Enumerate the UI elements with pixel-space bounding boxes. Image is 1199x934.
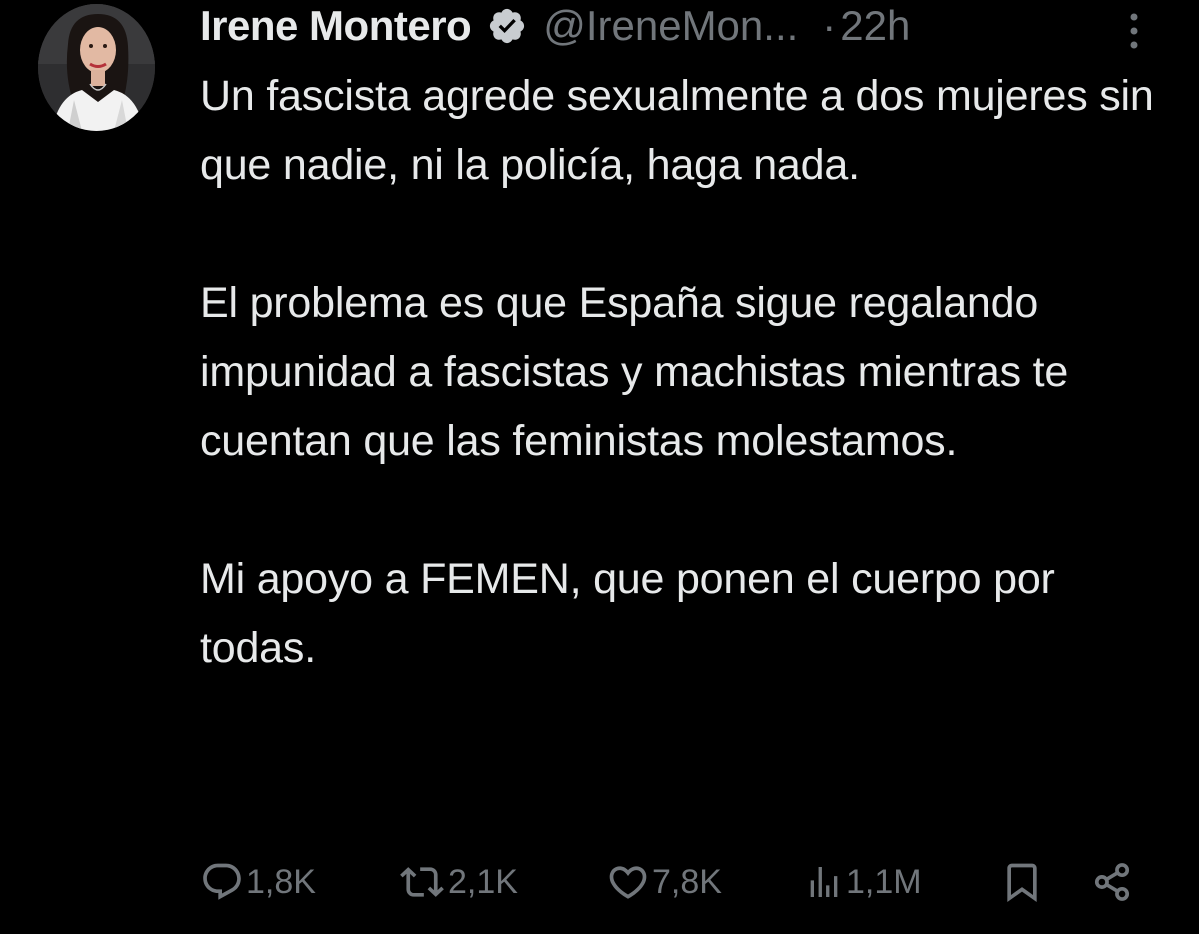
tweet-text: Un fascista agrede sexualmente a dos muj… [200,62,1180,683]
tweet-paragraph: El problema es que España sigue regaland… [200,279,1069,465]
retweet-button[interactable]: 2,1K [398,852,518,912]
tweet-paragraph: Un fascista agrede sexualmente a dos muj… [200,72,1154,189]
views-button[interactable]: 1,1M [804,852,922,912]
profile-photo [38,4,155,131]
views-icon [804,860,844,904]
retweet-count: 2,1K [448,862,518,901]
share-icon [1090,860,1134,904]
views-count: 1,1M [846,862,922,901]
like-button[interactable]: 7,8K [606,852,722,912]
retweet-icon [398,860,446,904]
tweet-paragraph: Mi apoyo a FEMEN, que ponen el cuerpo po… [200,555,1055,672]
author-display-name[interactable]: Irene Montero [200,0,472,52]
reply-button[interactable]: 1,8K [200,852,316,912]
verified-badge-icon [485,4,529,48]
share-button[interactable] [1090,852,1134,912]
avatar[interactable] [38,4,155,131]
tweet-action-bar: 1,8K 2,1K 7,8K 1,1M [200,852,1150,912]
timestamp[interactable]: 22h [840,0,910,52]
heart-icon [606,860,650,904]
reply-count: 1,8K [246,862,316,901]
reply-icon [200,860,244,904]
author-handle[interactable]: @IreneMon... [543,0,798,52]
tweet-header: Irene Montero @IreneMon... · 22h [200,0,1160,52]
separator-dot: · [822,2,837,49]
bookmark-button[interactable] [1000,852,1044,912]
like-count: 7,8K [652,862,722,901]
bookmark-icon [1000,858,1044,906]
more-options-icon[interactable] [1124,10,1144,52]
